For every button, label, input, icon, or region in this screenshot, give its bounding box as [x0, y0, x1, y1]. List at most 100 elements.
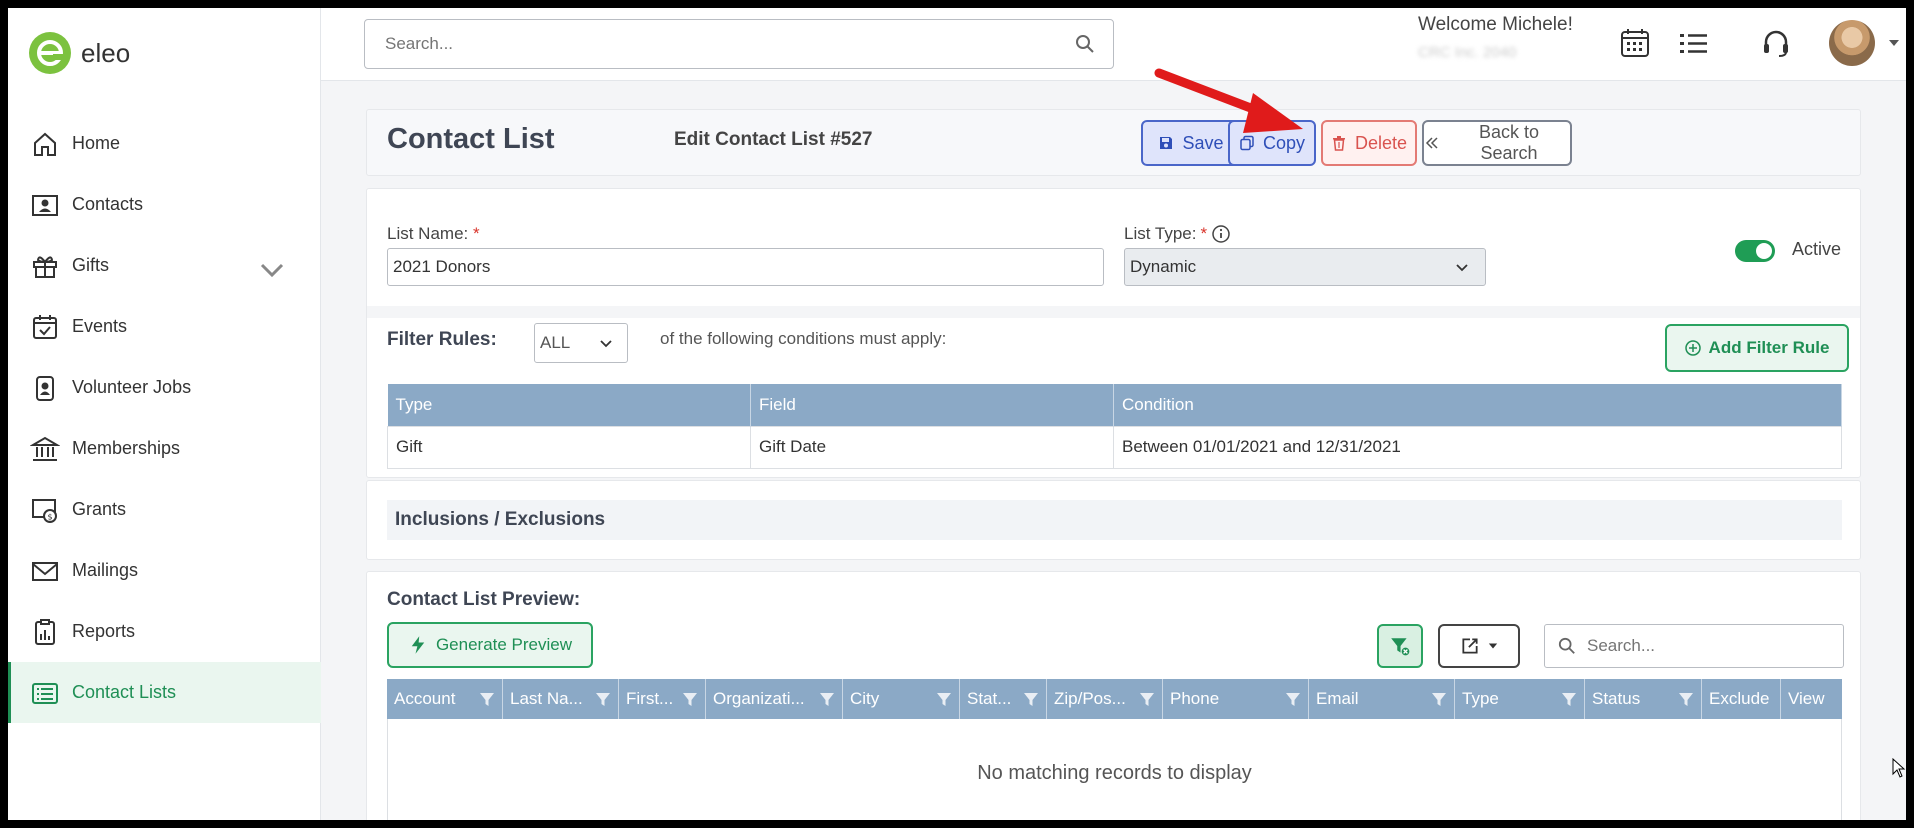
- filter-icon[interactable]: [818, 690, 836, 708]
- filter-icon[interactable]: [1284, 690, 1302, 708]
- column-header-organization[interactable]: Organizati...: [706, 679, 843, 719]
- column-header-last-name[interactable]: Last Na...: [503, 679, 619, 719]
- inclusions-exclusions-section: Inclusions / Exclusions: [366, 480, 1861, 560]
- preview-grid-header: Account Last Na... First... Organizati..…: [387, 679, 1842, 719]
- rule-type-cell: Gift: [387, 425, 751, 469]
- filter-icon[interactable]: [1022, 690, 1040, 708]
- column-label: Organizati...: [713, 689, 805, 708]
- column-header-state[interactable]: Stat...: [960, 679, 1047, 719]
- rule-condition-cell: Between 01/01/2021 and 12/31/2021: [1113, 425, 1842, 469]
- edit-subtitle: Edit Contact List #527: [674, 129, 873, 150]
- sidebar-item-memberships[interactable]: Memberships: [8, 418, 321, 479]
- chevron-down-icon: [600, 340, 612, 348]
- headset-support-icon[interactable]: [1759, 26, 1793, 60]
- home-icon: [34, 132, 56, 156]
- annotation-arrow-icon: [1154, 68, 1303, 133]
- logo[interactable]: eleo: [29, 32, 130, 74]
- sidebar-item-contact-lists[interactable]: Contact Lists: [8, 662, 321, 723]
- filter-icon[interactable]: [478, 690, 496, 708]
- topbar: Welcome Michele! CRC Inc. 2040: [321, 8, 1906, 81]
- back-button-label: Back to Search: [1478, 122, 1540, 163]
- mouse-cursor-icon: [1892, 758, 1906, 778]
- sidebar-item-home[interactable]: Home: [8, 113, 321, 174]
- list-type-select[interactable]: Dynamic: [1124, 248, 1486, 286]
- required-mark: *: [472, 224, 480, 243]
- svg-text:$: $: [48, 512, 53, 521]
- column-header-phone[interactable]: Phone: [1163, 679, 1309, 719]
- preview-search-input[interactable]: [1545, 625, 1843, 667]
- search-icon[interactable]: [1075, 34, 1095, 54]
- column-label: View: [1788, 689, 1825, 708]
- column-header-exclude[interactable]: Exclude: [1702, 679, 1781, 719]
- sidebar-item-reports[interactable]: Reports: [8, 601, 321, 662]
- caret-down-icon[interactable]: [1887, 36, 1901, 50]
- clear-filters-button[interactable]: [1377, 624, 1423, 668]
- sidebar-item-gifts[interactable]: Gifts: [8, 235, 321, 296]
- user-avatar[interactable]: [1829, 20, 1875, 66]
- filter-icon[interactable]: [1677, 690, 1695, 708]
- required-mark: *: [1200, 224, 1208, 243]
- sidebar-item-label: Mailings: [72, 560, 139, 580]
- column-header-type[interactable]: Type: [1455, 679, 1585, 719]
- chevron-down-icon[interactable]: [257, 255, 287, 285]
- sidebar-item-label: Grants: [72, 499, 127, 519]
- filter-icon[interactable]: [1138, 690, 1156, 708]
- sidebar-item-volunteer-jobs[interactable]: Volunteer Jobs: [8, 357, 321, 418]
- preview-title: Contact List Preview:: [387, 589, 581, 610]
- add-filter-rule-button[interactable]: Add Filter Rule: [1665, 324, 1849, 372]
- inclusions-exclusions-header[interactable]: Inclusions / Exclusions: [387, 500, 1842, 540]
- sidebar-item-events[interactable]: Events: [8, 296, 321, 357]
- sidebar-item-grants[interactable]: $ Grants: [8, 479, 321, 540]
- filter-rules-table: Type Field Condition Gift Gift Date Betw…: [387, 384, 1842, 469]
- plus-circle-icon: [1684, 340, 1701, 356]
- column-header-view[interactable]: View: [1781, 679, 1842, 719]
- badge-icon: [36, 375, 54, 401]
- delete-button[interactable]: Delete: [1321, 120, 1417, 166]
- table-row[interactable]: Gift Gift Date Between 01/01/2021 and 12…: [387, 425, 1842, 469]
- sidebar-item-label: Memberships: [72, 438, 181, 458]
- column-header-city[interactable]: City: [843, 679, 960, 719]
- column-label: Account: [394, 689, 456, 708]
- task-list-icon[interactable]: [1677, 26, 1711, 60]
- column-header-type[interactable]: Type: [387, 384, 751, 426]
- back-to-search-button[interactable]: Back to Search: [1422, 120, 1572, 166]
- filter-icon[interactable]: [1560, 690, 1578, 708]
- column-label: Email: [1316, 689, 1359, 708]
- filter-match-select[interactable]: ALL: [534, 323, 628, 363]
- column-label: Last Na...: [510, 689, 583, 708]
- sidebar-item-mailings[interactable]: Mailings: [8, 540, 321, 601]
- sidebar-nav: Home Contacts Gifts Events Volunteer Job…: [8, 113, 321, 723]
- filter-icon[interactable]: [935, 690, 953, 708]
- delete-button-label: Delete: [1354, 132, 1408, 153]
- double-chevron-left-icon: [1425, 137, 1438, 149]
- column-label: Status: [1592, 689, 1641, 708]
- preview-search: [1544, 624, 1844, 668]
- export-button[interactable]: [1438, 624, 1520, 668]
- active-toggle[interactable]: [1735, 240, 1775, 262]
- page-header: Contact List Edit Contact List #527 Save…: [366, 109, 1861, 176]
- column-header-field[interactable]: Field: [750, 384, 1114, 426]
- global-search-input[interactable]: [365, 20, 1113, 68]
- generate-preview-button[interactable]: Generate Preview: [387, 622, 593, 668]
- column-header-status[interactable]: Status: [1585, 679, 1702, 719]
- list-settings-form: List Name: * 2021 Donors List Type: * Dy…: [366, 188, 1861, 478]
- sidebar-item-contacts[interactable]: Contacts: [8, 174, 321, 235]
- sidebar-item-label: Gifts: [72, 255, 110, 275]
- column-header-email[interactable]: Email: [1309, 679, 1455, 719]
- list-name-input[interactable]: 2021 Donors: [387, 248, 1104, 286]
- filter-icon[interactable]: [594, 690, 612, 708]
- column-label: Stat...: [967, 689, 1012, 708]
- list-type-value: Dynamic: [1130, 257, 1197, 276]
- info-icon[interactable]: [1211, 224, 1231, 244]
- list-name-label: List Name: *: [387, 224, 480, 244]
- filter-icon[interactable]: [681, 690, 699, 708]
- column-header-zip[interactable]: Zip/Pos...: [1047, 679, 1163, 719]
- column-header-condition[interactable]: Condition: [1113, 384, 1842, 426]
- section-divider: [367, 306, 1860, 318]
- filter-icon[interactable]: [1430, 690, 1448, 708]
- column-header-account[interactable]: Account: [387, 679, 503, 719]
- logo-text: eleo: [81, 37, 131, 68]
- sidebar-item-label: Events: [72, 316, 128, 336]
- calendar-icon[interactable]: [1618, 26, 1652, 60]
- column-header-first-name[interactable]: First...: [619, 679, 706, 719]
